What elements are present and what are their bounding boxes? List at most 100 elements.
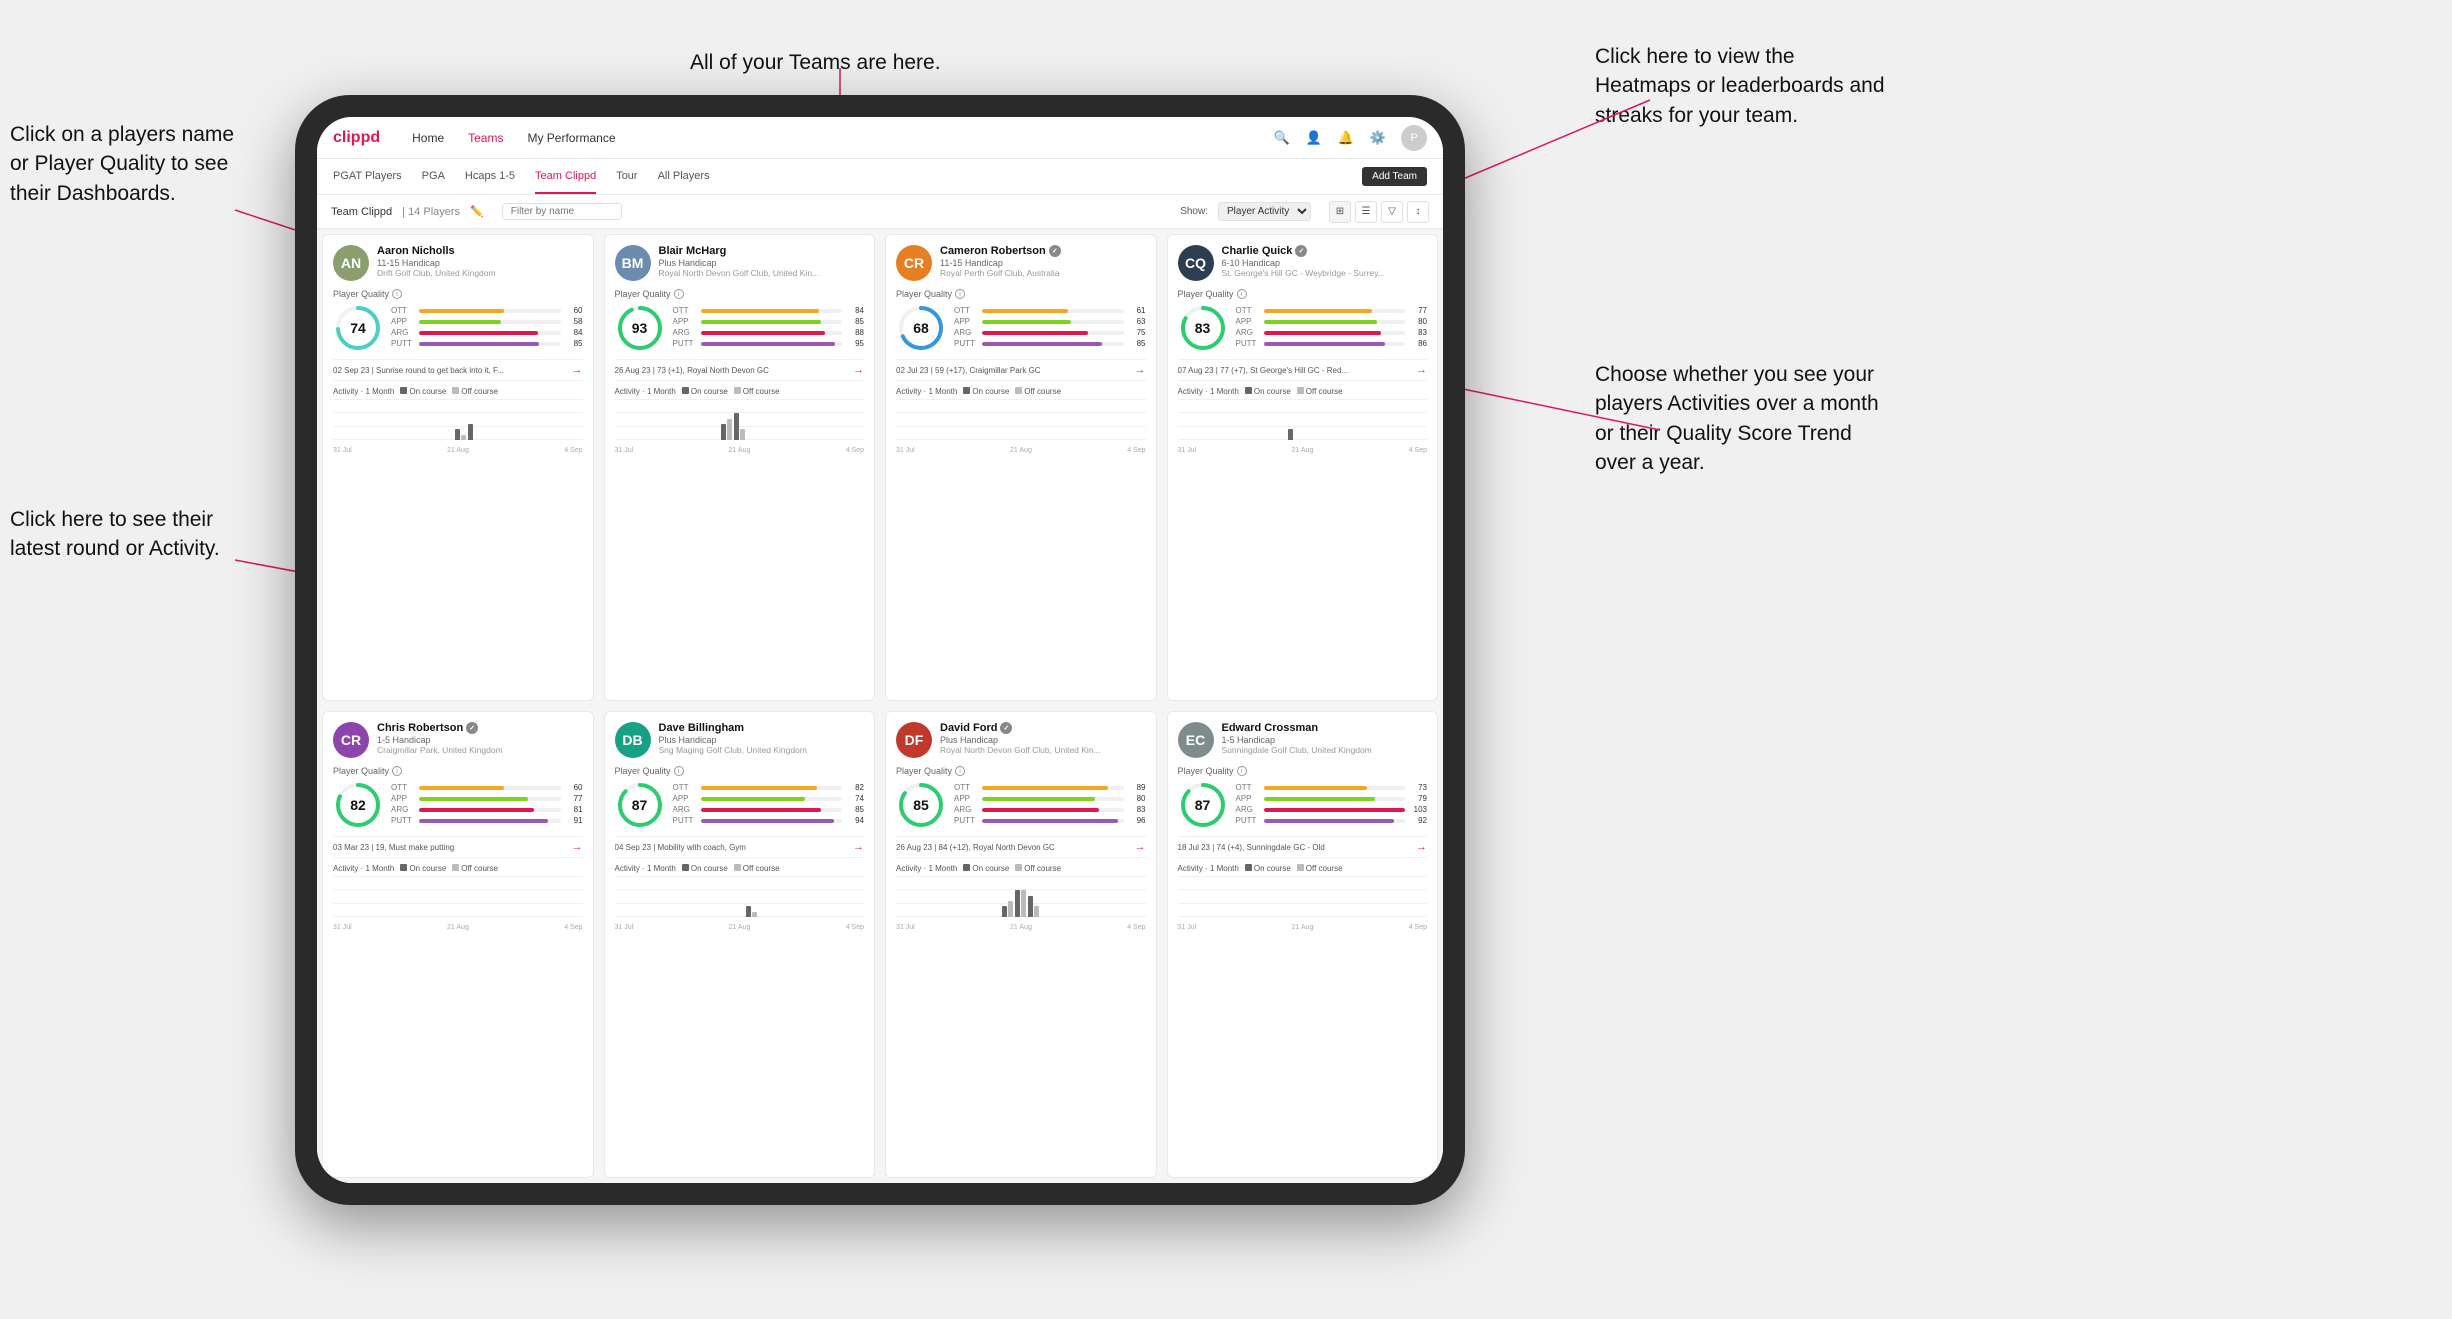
stat-row-app: APP 80 — [954, 794, 1146, 803]
nav-item-performance[interactable]: My Performance — [527, 131, 615, 145]
gridline — [333, 412, 583, 413]
last-round-arrow[interactable]: → — [1416, 364, 1427, 376]
player-name[interactable]: Aaron Nicholls — [377, 245, 583, 257]
nav-item-teams[interactable]: Teams — [468, 131, 503, 145]
last-round-arrow[interactable]: → — [572, 364, 583, 376]
stat-row-arg: ARG 83 — [1236, 328, 1428, 337]
chart-label-mid: 21 Aug — [1010, 924, 1032, 931]
settings-icon[interactable]: ⚙️ — [1369, 129, 1387, 147]
edit-icon[interactable]: ✏️ — [470, 205, 484, 218]
sort-btn[interactable]: ↕ — [1407, 201, 1429, 223]
off-course-bar — [752, 912, 757, 917]
filter-btn[interactable]: ▽ — [1381, 201, 1403, 223]
last-round: 26 Aug 23 | 73 (+1), Royal North Devon G… — [615, 359, 865, 381]
player-card[interactable]: CQ Charlie Quick✓ 6-10 Handicap St. Geor… — [1167, 234, 1439, 701]
chart-gridlines — [615, 876, 865, 917]
circle-gauge[interactable]: 85 — [896, 780, 946, 830]
search-icon[interactable]: 🔍 — [1273, 129, 1291, 147]
on-course-legend: On course — [682, 864, 728, 873]
stat-row-ott: OTT 84 — [673, 306, 865, 315]
subnav-pgat[interactable]: PGAT Players — [333, 159, 402, 194]
player-card[interactable]: CR Cameron Robertson✓ 11-15 Handicap Roy… — [885, 234, 1157, 701]
chart-bar-group — [1015, 890, 1026, 917]
stat-value-putt: 96 — [1128, 816, 1146, 825]
stat-bars: OTT 60 APP 58 ARG 84 PU — [391, 306, 583, 350]
filter-input[interactable] — [502, 203, 622, 220]
subnav-allplayers[interactable]: All Players — [658, 159, 710, 194]
gridline — [1178, 916, 1428, 917]
quality-info-icon[interactable]: i — [392, 289, 402, 299]
player-card[interactable]: DB Dave Billingham Plus Handicap Sng Mag… — [604, 711, 876, 1178]
quality-info-icon[interactable]: i — [674, 766, 684, 776]
list-view-btn[interactable]: ☰ — [1355, 201, 1377, 223]
player-card[interactable]: BM Blair McHarg Plus Handicap Royal Nort… — [604, 234, 876, 701]
stat-value-arg: 88 — [846, 328, 864, 337]
quality-score: 93 — [632, 320, 648, 336]
chart-bar-group — [455, 429, 466, 440]
profile-icon[interactable]: 👤 — [1305, 129, 1323, 147]
player-card[interactable]: EC Edward Crossman 1-5 Handicap Sunningd… — [1167, 711, 1439, 1178]
activity-period: Activity · 1 Month — [1178, 864, 1239, 873]
mini-chart: 31 Jul 21 Aug 4 Sep — [333, 399, 583, 454]
stat-bar-bg — [419, 808, 561, 812]
avatar[interactable]: P — [1401, 125, 1427, 151]
quality-label: Player Quality i — [1178, 766, 1428, 776]
player-name[interactable]: Chris Robertson✓ — [377, 722, 583, 734]
subnav-tour[interactable]: Tour — [616, 159, 637, 194]
circle-gauge[interactable]: 83 — [1178, 303, 1228, 353]
player-card[interactable]: AN Aaron Nicholls 11-15 Handicap Drift G… — [322, 234, 594, 701]
stat-bar-fill — [1264, 808, 1406, 812]
circle-gauge[interactable]: 74 — [333, 303, 383, 353]
bell-icon[interactable]: 🔔 — [1337, 129, 1355, 147]
player-card[interactable]: DF David Ford✓ Plus Handicap Royal North… — [885, 711, 1157, 1178]
activity-period: Activity · 1 Month — [896, 387, 957, 396]
on-course-bar — [1028, 896, 1033, 917]
stat-bar-fill — [701, 786, 817, 790]
nav-item-home[interactable]: Home — [412, 131, 444, 145]
player-name[interactable]: Charlie Quick✓ — [1222, 245, 1428, 257]
player-name[interactable]: Edward Crossman — [1222, 722, 1428, 734]
quality-info-icon[interactable]: i — [955, 766, 965, 776]
toolbar: Team Clippd | 14 Players ✏️ Show: Player… — [317, 195, 1443, 229]
quality-info-icon[interactable]: i — [674, 289, 684, 299]
subnav-hcaps[interactable]: Hcaps 1-5 — [465, 159, 515, 194]
player-card[interactable]: CR Chris Robertson✓ 1-5 Handicap Craigmi… — [322, 711, 594, 1178]
gridline — [333, 876, 583, 877]
circle-gauge[interactable]: 68 — [896, 303, 946, 353]
circle-gauge[interactable]: 87 — [1178, 780, 1228, 830]
subnav-teamclippd[interactable]: Team Clippd — [535, 159, 596, 194]
player-name[interactable]: Cameron Robertson✓ — [940, 245, 1146, 257]
last-round-arrow[interactable]: → — [853, 841, 864, 853]
show-select[interactable]: Player Activity Quality Trend — [1218, 202, 1311, 221]
quality-info-icon[interactable]: i — [1237, 289, 1247, 299]
quality-info-icon[interactable]: i — [392, 766, 402, 776]
gridline — [1178, 876, 1428, 877]
activity-period: Activity · 1 Month — [333, 864, 394, 873]
add-team-button[interactable]: Add Team — [1362, 167, 1427, 186]
stat-bars: OTT 60 APP 77 ARG 81 PU — [391, 783, 583, 827]
stat-label-ott: OTT — [1236, 783, 1260, 792]
player-info: Chris Robertson✓ 1-5 Handicap Craigmilla… — [377, 722, 583, 755]
stat-bar-fill — [1264, 819, 1394, 823]
player-name[interactable]: Dave Billingham — [659, 722, 865, 734]
player-name[interactable]: David Ford✓ — [940, 722, 1146, 734]
mini-chart: 31 Jul 21 Aug 4 Sep — [896, 876, 1146, 931]
circle-gauge[interactable]: 87 — [615, 780, 665, 830]
circle-gauge[interactable]: 82 — [333, 780, 383, 830]
quality-info-icon[interactable]: i — [1237, 766, 1247, 776]
last-round-arrow[interactable]: → — [1416, 841, 1427, 853]
last-round-arrow[interactable]: → — [1135, 841, 1146, 853]
circle-gauge[interactable]: 93 — [615, 303, 665, 353]
subnav-pga[interactable]: PGA — [422, 159, 445, 194]
grid-view-btn[interactable]: ⊞ — [1329, 201, 1351, 223]
last-round-text: 02 Sep 23 | Sunrise round to get back in… — [333, 366, 568, 375]
player-handicap: 6-10 Handicap — [1222, 258, 1428, 268]
stat-bars: OTT 61 APP 63 ARG 75 PU — [954, 306, 1146, 350]
player-name[interactable]: Blair McHarg — [659, 245, 865, 257]
gridline — [333, 889, 583, 890]
last-round-arrow[interactable]: → — [572, 841, 583, 853]
player-club: Royal North Devon Golf Club, United Kin.… — [940, 745, 1146, 755]
quality-info-icon[interactable]: i — [955, 289, 965, 299]
last-round-arrow[interactable]: → — [1135, 364, 1146, 376]
last-round-arrow[interactable]: → — [853, 364, 864, 376]
